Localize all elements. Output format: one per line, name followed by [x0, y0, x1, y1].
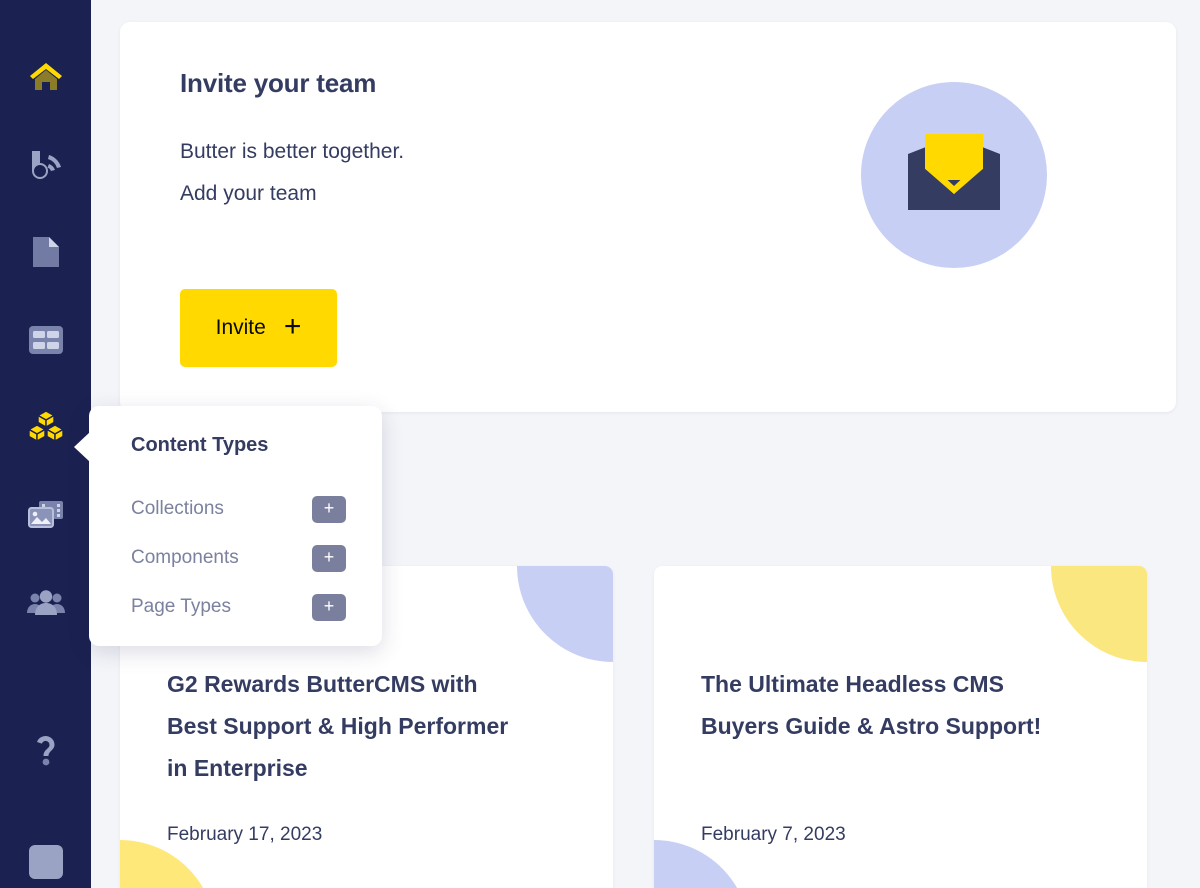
media-icon: [27, 499, 65, 529]
popover-link-page-types[interactable]: Page Types: [131, 596, 231, 618]
popover-row-components: Components +: [131, 543, 346, 573]
popover-row-page-types: Page Types +: [131, 592, 346, 622]
popover-row-collections: Collections +: [131, 494, 346, 524]
sidebar-item-tables[interactable]: [18, 314, 74, 367]
add-collection-button[interactable]: +: [312, 495, 346, 523]
sidebar-item-blog[interactable]: [18, 139, 74, 192]
corner-decoration-top-right: [1051, 566, 1147, 662]
help-icon: [33, 731, 59, 767]
update-card-title: G2 Rewards ButterCMS with Best Support &…: [167, 671, 509, 781]
sidebar-item-home[interactable]: [18, 51, 74, 104]
invite-team-card: Invite your team Butter is better togeth…: [120, 22, 1176, 412]
corner-decoration-bottom-left: [120, 840, 216, 888]
sidebar-item-media[interactable]: [18, 488, 74, 541]
content-types-popover: Content Types Collections + Components +…: [74, 406, 382, 646]
plus-icon: +: [283, 309, 302, 343]
update-card-date: February 17, 2023: [167, 824, 323, 845]
add-page-type-button[interactable]: +: [312, 593, 346, 621]
invite-button[interactable]: Invite +: [180, 289, 337, 367]
pages-icon: [31, 235, 61, 269]
update-card-date: February 7, 2023: [701, 824, 846, 845]
update-card-title: The Ultimate Headless CMS Buyers Guide &…: [701, 671, 1042, 739]
invite-subtitle-line-1: Butter is better together.: [180, 140, 405, 163]
blog-icon: [28, 149, 64, 181]
account-avatar[interactable]: [18, 836, 74, 888]
invite-subtitle-line-2: Add your team: [180, 182, 317, 205]
sidebar-item-content-types[interactable]: [18, 400, 74, 453]
invite-button-label: Invite: [215, 316, 266, 339]
avatar-icon: [27, 843, 65, 881]
corner-decoration-bottom-left: [654, 840, 750, 888]
popover-arrow: [74, 432, 90, 462]
team-icon: [26, 589, 65, 615]
update-card[interactable]: The Ultimate Headless CMS Buyers Guide &…: [654, 566, 1147, 888]
add-component-button[interactable]: +: [312, 544, 346, 572]
content-types-icon: [26, 409, 66, 445]
popover-link-components[interactable]: Components: [131, 547, 239, 569]
home-icon: [28, 61, 64, 93]
popover-link-collections[interactable]: Collections: [131, 498, 224, 520]
popover-title: Content Types: [131, 434, 269, 456]
envelope-icon: [906, 133, 1002, 217]
envelope-badge: [861, 82, 1047, 268]
page-title: Invite your team: [180, 68, 377, 98]
sidebar-item-team[interactable]: [18, 575, 74, 628]
sidebar-item-help[interactable]: [18, 723, 74, 776]
tables-icon: [28, 325, 64, 355]
sidebar-item-pages[interactable]: [18, 226, 74, 279]
corner-decoration-top-right: [517, 566, 613, 662]
